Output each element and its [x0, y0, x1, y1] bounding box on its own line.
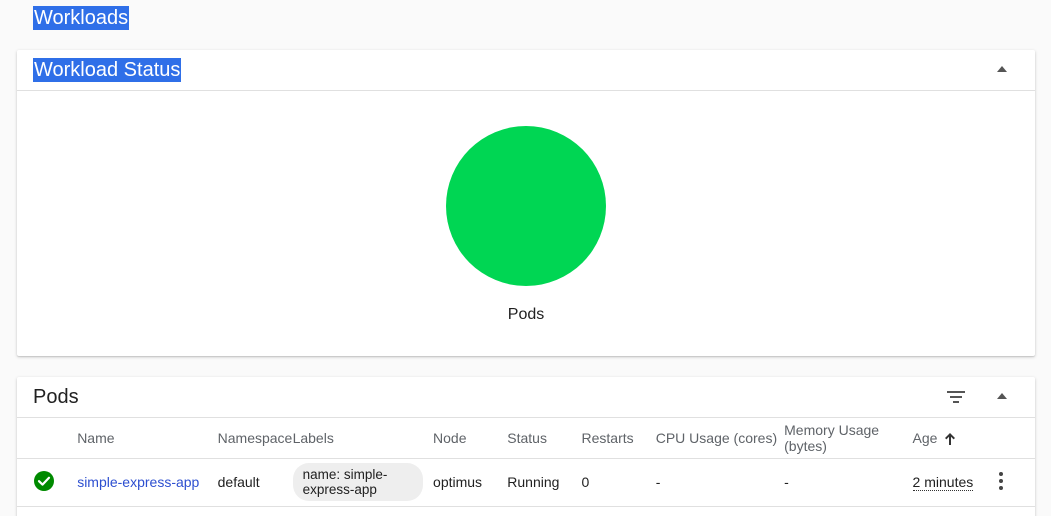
cpu-col-header[interactable]: CPU Usage (cores)	[655, 418, 785, 459]
pod-label-chip: name: simple-express-app	[292, 463, 423, 501]
memory-col-header[interactable]: Memory Usage (bytes)	[784, 418, 913, 459]
age-col-label: Age	[912, 429, 938, 446]
pod-namespace: default	[217, 458, 293, 507]
chart-label: Pods	[507, 306, 545, 323]
table-row: simple-express-app default name: simple-…	[17, 458, 1035, 507]
pods-title: Pods	[33, 386, 79, 408]
pods-running-slice[interactable]	[446, 126, 606, 286]
pod-name-link[interactable]: simple-express-app	[77, 474, 199, 490]
workload-status-title: Workload Status	[33, 58, 182, 82]
pod-restarts: 0	[581, 458, 656, 507]
collapse-chevron-icon[interactable]	[997, 66, 1007, 72]
pods-status-chart	[446, 126, 606, 286]
labels-col-header[interactable]: Labels	[292, 418, 434, 459]
pods-table: Name Namespace Labels Node Status Restar…	[17, 418, 1035, 507]
collapse-chevron-icon[interactable]	[997, 393, 1007, 399]
pod-memory: -	[784, 458, 913, 507]
status-text-col-header[interactable]: Status	[507, 418, 582, 459]
name-col-header[interactable]: Name	[77, 418, 218, 459]
filter-icon[interactable]	[947, 390, 965, 404]
more-vert-icon[interactable]	[998, 471, 1003, 490]
restarts-col-header[interactable]: Restarts	[581, 418, 656, 459]
sort-up-arrow-icon	[945, 433, 956, 446]
pod-age[interactable]: 2 minutes	[912, 474, 974, 491]
pod-cpu: -	[655, 458, 785, 507]
age-col-header[interactable]: Age	[912, 418, 987, 459]
pod-node: optimus	[433, 458, 508, 507]
workload-status-header: Workload Status	[17, 50, 1035, 91]
pods-header: Pods	[17, 377, 1035, 418]
workload-status-card: Workload Status Pods	[17, 50, 1035, 356]
pods-card: Pods Name Namespace Labels Node Status R…	[17, 377, 1035, 516]
pod-status: Running	[507, 458, 582, 507]
actions-col-header	[986, 418, 1035, 459]
page-title: Workloads	[33, 6, 130, 30]
node-col-header[interactable]: Node	[433, 418, 508, 459]
check-circle-icon	[34, 470, 54, 491]
status-col-header	[17, 418, 78, 459]
namespace-col-header[interactable]: Namespace	[217, 418, 293, 459]
table-header-row: Name Namespace Labels Node Status Restar…	[17, 418, 1035, 459]
